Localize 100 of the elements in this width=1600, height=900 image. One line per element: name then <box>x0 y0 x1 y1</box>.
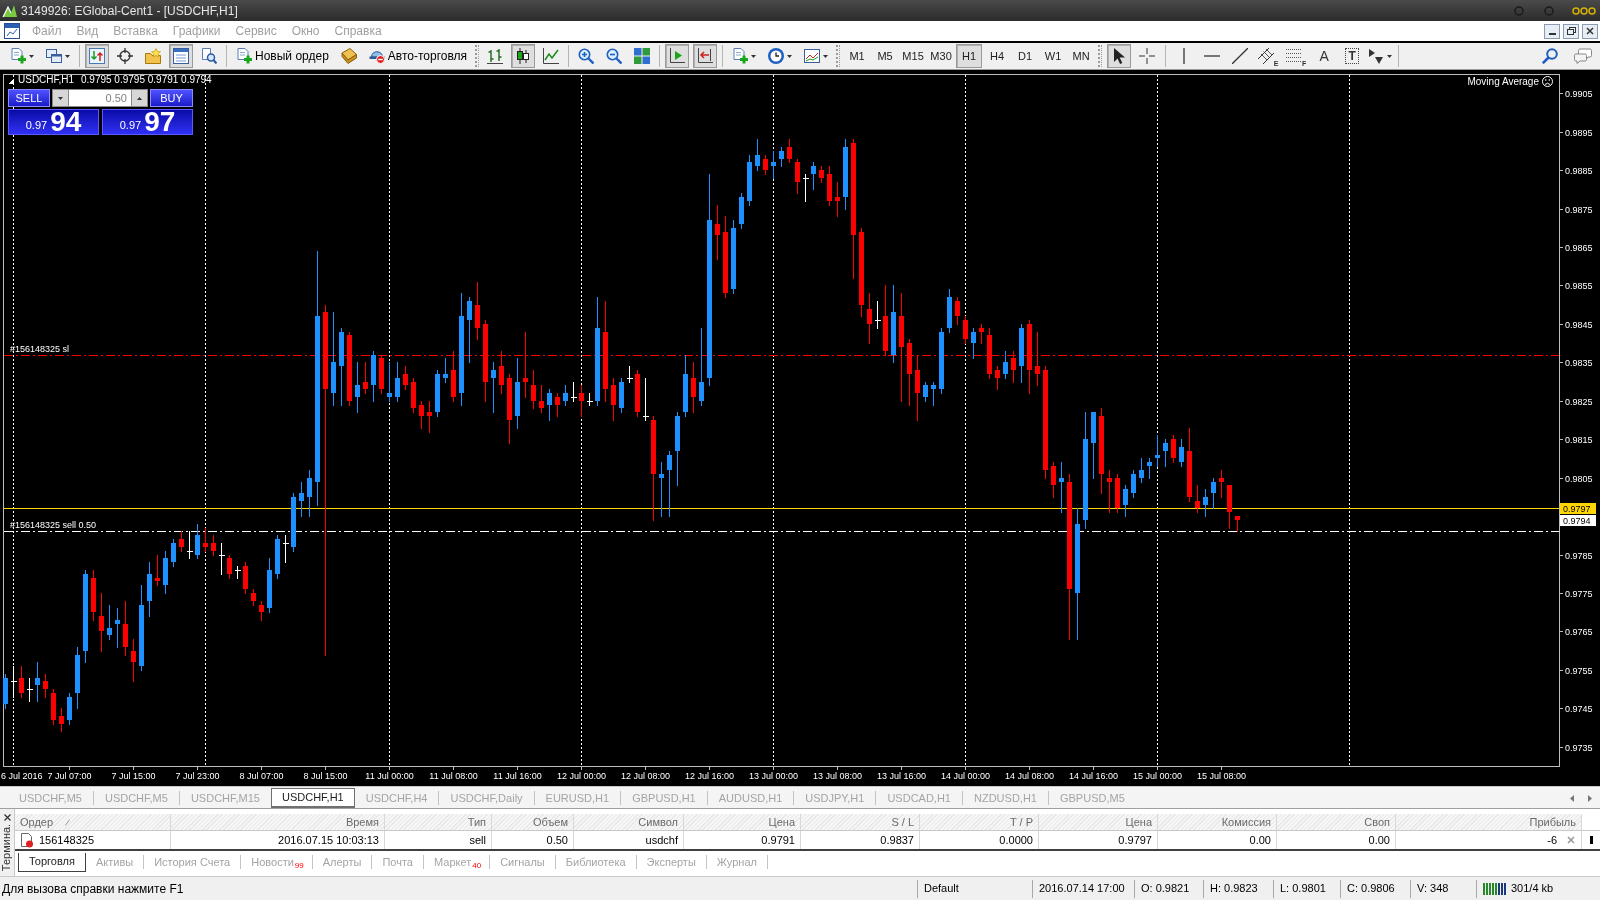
candle <box>147 561 152 618</box>
candle <box>1171 434 1176 464</box>
column-header[interactable]: Прибыль <box>1396 814 1582 830</box>
candle <box>1035 331 1040 387</box>
timeframe-button[interactable]: M15 <box>900 44 927 68</box>
menu-item[interactable]: Вид <box>69 25 106 37</box>
overlapping-windows-icon <box>46 48 62 64</box>
candle <box>186 530 193 560</box>
market-watch-button[interactable] <box>85 44 109 68</box>
candle <box>115 607 120 649</box>
candle <box>259 600 264 622</box>
timeframe-button[interactable]: H1 <box>956 44 983 68</box>
candle <box>131 638 136 683</box>
column-header[interactable]: Ордер <box>15 814 171 830</box>
terminal-tab[interactable]: Торговля <box>18 852 86 872</box>
timeframe-button[interactable]: MN <box>1068 44 1095 68</box>
candle <box>819 165 824 184</box>
candle <box>3 673 8 710</box>
caret-down-icon <box>751 54 757 58</box>
count-label: 99 <box>294 861 304 870</box>
volume-field[interactable]: 0.50 <box>69 89 131 107</box>
timeframe-button[interactable]: M30 <box>928 44 955 68</box>
timeframe-button[interactable]: H4 <box>984 44 1011 68</box>
scroll-right-button[interactable] <box>1586 793 1594 803</box>
buy-button[interactable]: BUY <box>150 89 193 107</box>
table-cell: 0.00 <box>1277 831 1396 849</box>
candle <box>755 138 760 172</box>
decrease-button[interactable] <box>52 89 69 107</box>
bar-close: C: 0.9806 <box>1347 881 1395 897</box>
text-button[interactable]: A <box>1312 44 1337 68</box>
circle-icon <box>1514 5 1524 16</box>
timeframe-button[interactable]: W1 <box>1040 44 1067 68</box>
price-axis-label: 0.9835 <box>1565 357 1593 368</box>
document-plus-icon <box>732 48 749 64</box>
menu-item[interactable]: Сервис <box>228 25 284 37</box>
column-header[interactable]: Своп <box>1277 814 1396 830</box>
timeframe-button[interactable]: M5 <box>872 44 899 68</box>
column-header[interactable]: Объем <box>492 814 574 830</box>
price-axis-label: 0.9745 <box>1565 703 1593 714</box>
candle <box>1019 323 1024 384</box>
candle <box>539 384 544 414</box>
chart-tab[interactable]: USDCHF,H1 <box>271 788 355 808</box>
candle <box>371 350 376 403</box>
restore-icon <box>1566 27 1576 35</box>
column-header[interactable]: Символ <box>574 814 684 830</box>
candle <box>1179 438 1184 468</box>
menu-item[interactable]: Файл <box>25 25 69 37</box>
price-axis-label: 0.9895 <box>1565 127 1593 138</box>
candle <box>971 327 976 360</box>
menu-item[interactable]: Окно <box>284 25 327 37</box>
candle <box>979 323 984 345</box>
search-icon <box>1542 48 1558 64</box>
scroll-left-button[interactable] <box>1568 793 1576 803</box>
cursor-button[interactable] <box>1107 44 1132 68</box>
bar-open: O: 0.9821 <box>1141 881 1190 897</box>
caret-down-icon <box>823 54 829 58</box>
caret-down-icon <box>29 54 34 58</box>
table-cell: 156148325 <box>15 831 171 849</box>
close-button[interactable] <box>1582 23 1598 39</box>
window-arrows-icon <box>89 48 105 64</box>
menu-item[interactable]: Графики <box>165 25 228 37</box>
timeframe-button[interactable]: M1 <box>844 44 871 68</box>
candle <box>499 350 504 395</box>
column-header[interactable]: Время <box>171 814 385 830</box>
increase-button[interactable] <box>131 89 148 107</box>
column-header[interactable]: Цена <box>1039 814 1158 830</box>
candle <box>179 530 184 553</box>
column-header[interactable]: T / P <box>920 814 1039 830</box>
close-order-button[interactable] <box>1566 835 1576 845</box>
horizontal-line-icon <box>1204 54 1221 58</box>
minimize-button[interactable] <box>1544 23 1560 39</box>
candle <box>355 361 360 414</box>
text-label-button[interactable]: T <box>1340 44 1365 68</box>
restore-button[interactable] <box>1563 23 1579 39</box>
sell-button[interactable]: SELL <box>8 89 50 107</box>
menu-item[interactable]: Справка <box>327 25 389 37</box>
candle <box>1155 434 1160 468</box>
column-header[interactable]: S / L <box>801 814 920 830</box>
auto-scroll-button[interactable] <box>665 44 690 68</box>
sell-price-button[interactable]: 0.97 94 <box>8 109 99 135</box>
expert-name-label: Moving Average <box>1467 76 1539 87</box>
column-header[interactable]: Тип <box>385 814 492 830</box>
table-cell: 0.9791 <box>684 831 801 849</box>
buy-price-button[interactable]: 0.97 97 <box>102 109 193 135</box>
candle <box>1195 484 1200 514</box>
caret-down-icon <box>58 96 63 100</box>
column-header[interactable]: Комиссия <box>1158 814 1277 830</box>
terminal-title: Термина. <box>1 823 13 871</box>
timeframe-button[interactable]: D1 <box>1012 44 1039 68</box>
close-button[interactable] <box>2 813 12 822</box>
new-order-button[interactable]: Новый ордер <box>232 44 333 68</box>
auto-trading-button[interactable]: Авто-торговля <box>364 44 472 68</box>
chart-shift-button[interactable] <box>693 44 718 68</box>
scrollbar-thumb[interactable] <box>1589 836 1593 844</box>
column-header[interactable]: Цена <box>684 814 801 830</box>
menu-item[interactable]: Вставка <box>106 25 165 37</box>
hat-stop-icon <box>368 48 385 64</box>
candle <box>243 561 248 595</box>
candlestick-button[interactable] <box>511 44 536 68</box>
terminal-button[interactable] <box>169 44 193 68</box>
